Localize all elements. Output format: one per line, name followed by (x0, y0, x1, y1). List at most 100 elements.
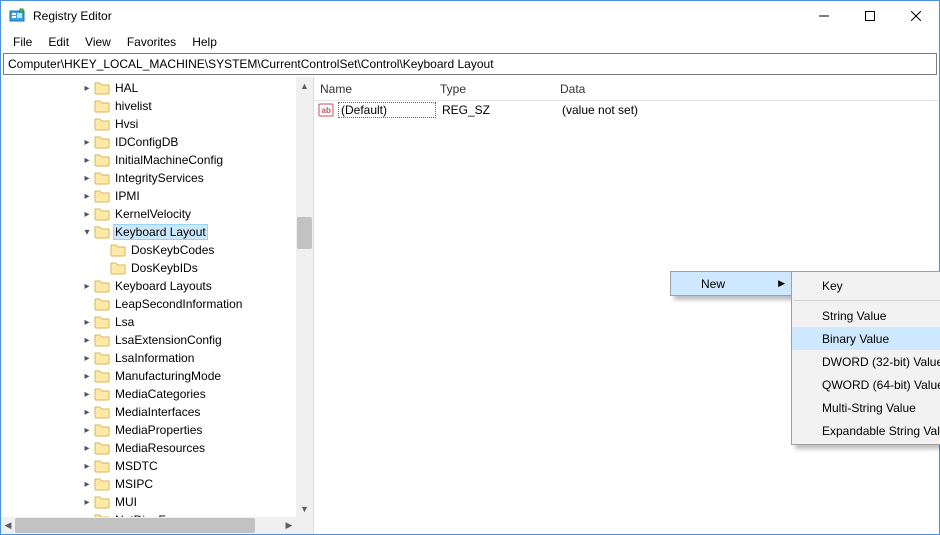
tree-item-label: KernelVelocity (113, 207, 193, 221)
column-header-data[interactable]: Data (554, 77, 939, 100)
tree-collapse-icon[interactable]: ▾ (81, 227, 93, 238)
scroll-right-icon[interactable]: ▶ (282, 517, 296, 534)
folder-icon (94, 495, 110, 509)
column-header-type[interactable]: Type (434, 77, 554, 100)
tree-item[interactable]: ▸LsaInformation (1, 349, 296, 367)
tree-expand-icon[interactable]: ▸ (81, 479, 93, 490)
tree-item[interactable]: ▸IPMI (1, 187, 296, 205)
tree-horizontal-scrollbar[interactable]: ◀ ▶ (1, 517, 296, 534)
tree-item[interactable]: DosKeybCodes (1, 241, 296, 259)
tree-item[interactable]: ▸MediaInterfaces (1, 403, 296, 421)
tree-item-label: IDConfigDB (113, 135, 180, 149)
tree-expand-icon[interactable]: ▸ (81, 155, 93, 166)
address-path: Computer\HKEY_LOCAL_MACHINE\SYSTEM\Curre… (8, 57, 494, 71)
tree-expand-icon[interactable]: ▸ (81, 371, 93, 382)
submenu-string-label: String Value (822, 309, 886, 323)
tree-item[interactable]: ▸MediaResources (1, 439, 296, 457)
folder-icon (94, 315, 110, 329)
tree-item-label: Keyboard Layouts (113, 279, 214, 293)
tree-pane: ▸HALhivelistHvsi ▸ IDConfigDB ▸InitialMachi… (1, 77, 314, 534)
submenu-expandstring-value[interactable]: Expandable String Value (792, 419, 940, 442)
tree-item[interactable]: ▸ManufacturingMode (1, 367, 296, 385)
tree-item[interactable]: ▸ IDConfigDB (1, 133, 296, 151)
tree-expand-icon[interactable]: ▸ (81, 83, 93, 94)
tree-expand-icon[interactable]: ▸ (81, 443, 93, 454)
tree-expand-icon[interactable]: ▸ (81, 191, 93, 202)
scroll-corner (296, 517, 313, 534)
tree-item-label: MediaProperties (113, 423, 204, 437)
context-menu-new[interactable]: New ▶ (671, 272, 793, 295)
scroll-thumb[interactable] (15, 518, 255, 533)
tree-item[interactable]: ▸InitialMachineConfig (1, 151, 296, 169)
submenu-dword-label: DWORD (32-bit) Value (822, 355, 940, 369)
folder-icon (94, 189, 110, 203)
submenu-qword-value[interactable]: QWORD (64-bit) Value (792, 373, 940, 396)
submenu-qword-label: QWORD (64-bit) Value (822, 378, 940, 392)
scroll-thumb[interactable] (297, 217, 312, 249)
tree-expand-icon[interactable]: ▸ (81, 137, 93, 148)
tree-item[interactable]: ▸LsaExtensionConfig (1, 331, 296, 349)
folder-icon (110, 243, 126, 257)
tree-expand-icon[interactable]: ▸ (81, 173, 93, 184)
tree-item[interactable]: ▸ IntegrityServices (1, 169, 296, 187)
tree-item[interactable]: DosKeybIDs (1, 259, 296, 277)
scroll-left-icon[interactable]: ◀ (1, 517, 15, 534)
maximize-button[interactable] (847, 1, 893, 31)
tree-item[interactable]: ▸ KernelVelocity (1, 205, 296, 223)
tree-item-label: DosKeybIDs (129, 261, 200, 275)
tree-item[interactable]: hivelist (1, 97, 296, 115)
submenu-multistring-value[interactable]: Multi-String Value (792, 396, 940, 419)
folder-icon (94, 351, 110, 365)
tree-item-label: LeapSecondInformation (113, 297, 244, 311)
submenu-string-value[interactable]: String Value (792, 304, 940, 327)
folder-icon (94, 477, 110, 491)
tree-expand-icon[interactable]: ▸ (81, 209, 93, 220)
tree-item[interactable]: ▸ Keyboard Layouts (1, 277, 296, 295)
tree-expand-icon[interactable]: ▸ (81, 317, 93, 328)
tree-item[interactable]: ▸MediaCategories (1, 385, 296, 403)
tree-item[interactable]: ▸MSIPC (1, 475, 296, 493)
tree-item[interactable]: ▸ MediaProperties (1, 421, 296, 439)
tree-item[interactable]: ▸Lsa (1, 313, 296, 331)
folder-icon (94, 171, 110, 185)
submenu-dword-value[interactable]: DWORD (32-bit) Value (792, 350, 940, 373)
tree-item[interactable]: Hvsi (1, 115, 296, 133)
folder-icon (94, 135, 110, 149)
value-row[interactable]: ab (Default) REG_SZ (value not set) (314, 101, 939, 119)
tree-expand-icon[interactable]: ▸ (81, 335, 93, 346)
tree-item-label: MSDTC (113, 459, 160, 473)
folder-icon (94, 441, 110, 455)
tree-item[interactable]: ▸HAL (1, 79, 296, 97)
tree-expand-icon[interactable]: ▸ (81, 425, 93, 436)
close-button[interactable] (893, 1, 939, 31)
tree-item[interactable]: ▸MUI (1, 493, 296, 511)
address-bar[interactable]: Computer\HKEY_LOCAL_MACHINE\SYSTEM\Curre… (3, 53, 937, 75)
tree-expand-icon[interactable]: ▸ (81, 353, 93, 364)
submenu-multi-label: Multi-String Value (822, 401, 916, 415)
tree-expand-icon[interactable]: ▸ (81, 461, 93, 472)
menu-file[interactable]: File (5, 33, 40, 51)
column-header-name[interactable]: Name (314, 77, 434, 100)
registry-tree[interactable]: ▸HALhivelistHvsi ▸ IDConfigDB ▸InitialMachi… (1, 79, 296, 517)
tree-expand-icon[interactable]: ▸ (81, 389, 93, 400)
svg-text:ab: ab (322, 106, 331, 115)
tree-expand-icon[interactable]: ▸ (81, 497, 93, 508)
window-controls (801, 1, 939, 31)
tree-expand-icon[interactable]: ▸ (81, 281, 93, 292)
menu-view[interactable]: View (77, 33, 119, 51)
tree-expand-icon[interactable]: ▸ (81, 407, 93, 418)
menu-favorites[interactable]: Favorites (119, 33, 184, 51)
scroll-up-icon[interactable]: ▲ (296, 77, 313, 94)
submenu-binary-value[interactable]: Binary Value (792, 327, 940, 350)
tree-vertical-scrollbar[interactable]: ▲ ▼ (296, 77, 313, 517)
tree-item[interactable]: ▾Keyboard Layout (1, 223, 296, 241)
menu-help[interactable]: Help (184, 33, 225, 51)
submenu-key[interactable]: Key (792, 274, 940, 297)
value-name: (Default) (338, 102, 436, 118)
tree-item[interactable]: LeapSecondInformation (1, 295, 296, 313)
scroll-down-icon[interactable]: ▼ (296, 500, 313, 517)
tree-item[interactable]: ▸ MSDTC (1, 457, 296, 475)
tree-item-label: IntegrityServices (113, 171, 206, 185)
menu-edit[interactable]: Edit (40, 33, 77, 51)
minimize-button[interactable] (801, 1, 847, 31)
